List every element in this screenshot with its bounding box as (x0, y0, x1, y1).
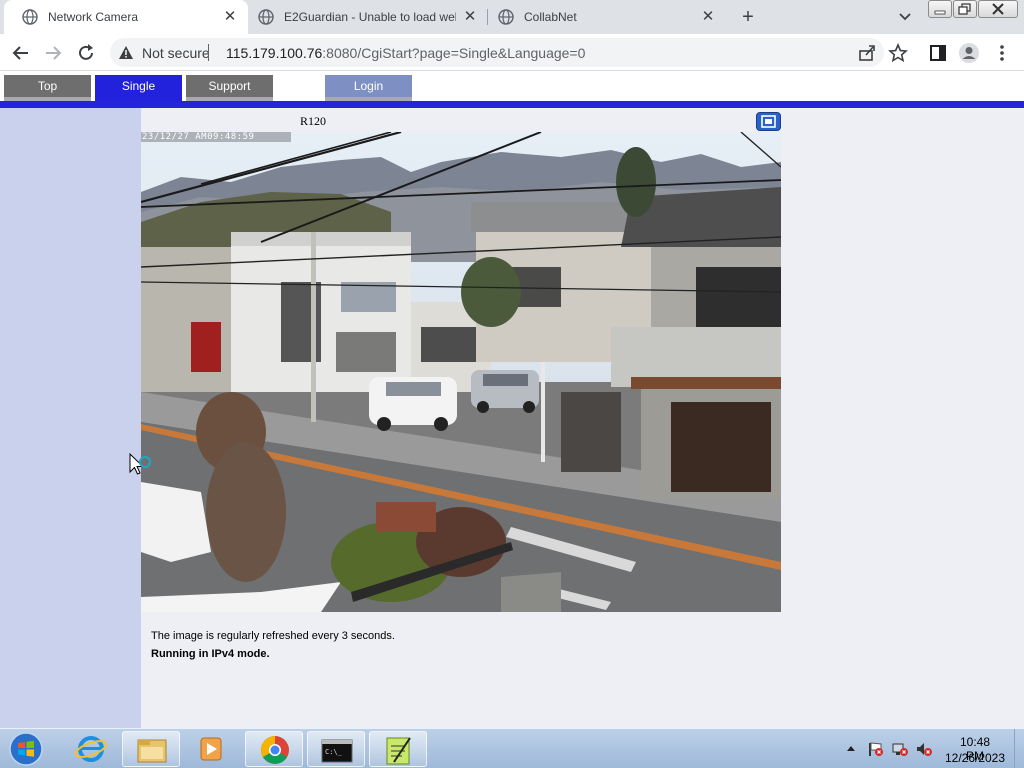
camera-timestamp: 23/12/27 AM09:48:59 (142, 132, 255, 142)
camera-nav: Top Single Support Login (0, 72, 1024, 101)
taskbar-internet-explorer[interactable] (62, 731, 120, 767)
windows-start-icon[interactable] (6, 731, 46, 767)
restore-icon (958, 3, 971, 15)
internet-explorer-icon (74, 736, 108, 762)
warning-icon[interactable] (118, 45, 134, 61)
security-label[interactable]: Not secure (142, 45, 210, 61)
globe-icon (22, 9, 38, 25)
globe-icon (258, 9, 274, 25)
network-icon[interactable] (891, 741, 909, 757)
back-arrow-icon[interactable] (10, 42, 32, 64)
browser-toolbar: Not secure 115.179.100.76:8080/CgiStart?… (0, 34, 1024, 71)
restore-button[interactable] (953, 0, 977, 18)
nav-top-button[interactable]: Top (4, 75, 91, 101)
volume-muted-icon[interactable] (915, 741, 933, 757)
fullscreen-icon (761, 115, 776, 128)
nav-single-button[interactable]: Single (95, 75, 182, 101)
show-hidden-icons-arrow-icon[interactable] (845, 743, 857, 755)
bookmark-star-icon[interactable] (887, 42, 909, 64)
forward-arrow-icon[interactable] (42, 42, 64, 64)
tab-title: CollabNet (524, 10, 577, 24)
refresh-note: The image is regularly refreshed every 3… (151, 630, 395, 642)
new-tab-button[interactable]: + (737, 6, 759, 28)
omnibox-separator (208, 44, 209, 61)
close-icon[interactable]: ✕ (700, 9, 716, 25)
ip-mode-note: Running in IPv4 mode. (151, 648, 270, 660)
chrome-icon (261, 736, 289, 764)
taskbar-media-player[interactable] (182, 731, 240, 767)
fullscreen-button[interactable] (756, 112, 781, 131)
tab-e2guardian[interactable]: E2Guardian - Unable to load web ✕ (240, 0, 488, 34)
svg-text:C:\_: C:\_ (325, 748, 343, 756)
url-path: :8080/CgiStart?page=Single&Language=0 (322, 45, 586, 61)
reload-icon[interactable] (75, 42, 97, 64)
tab-title: E2Guardian - Unable to load web (284, 10, 456, 24)
close-window-button[interactable] (978, 0, 1018, 18)
windows-taskbar: C:\_ 10:48 PM 12/26/2023 (0, 728, 1024, 768)
folder-icon (137, 739, 167, 763)
globe-icon (498, 9, 514, 25)
street-scene-image (141, 132, 781, 612)
url-host: 115.179.100.76 (226, 45, 323, 61)
taskbar-notepad[interactable] (369, 731, 427, 767)
camera-name: R120 (300, 114, 327, 128)
browser-tab-bar: Network Camera ✕ E2Guardian - Unable to … (0, 0, 1024, 34)
tab-title: Network Camera (48, 10, 139, 24)
taskbar-file-explorer[interactable] (122, 731, 180, 767)
tab-network-camera[interactable]: Network Camera ✕ (4, 0, 248, 34)
nav-login-button[interactable]: Login (325, 75, 412, 101)
menu-dots-icon[interactable] (991, 42, 1013, 64)
nav-support-button[interactable]: Support (186, 75, 273, 101)
camera-live-image[interactable]: 23/12/27 AM09:48:59 (141, 132, 781, 612)
camera-page: Top Single Support Login R120 23/12/27 A… (0, 72, 1024, 728)
nav-underline-bar (0, 101, 1024, 108)
share-icon[interactable] (856, 42, 878, 64)
profile-avatar-icon[interactable] (958, 42, 980, 64)
show-desktop-button[interactable] (1014, 729, 1024, 768)
minimize-button[interactable] (928, 0, 952, 18)
command-prompt-icon: C:\_ (321, 739, 353, 763)
taskbar-command-prompt[interactable]: C:\_ (307, 731, 365, 767)
chevron-down-icon[interactable] (896, 8, 914, 26)
close-icon[interactable]: ✕ (462, 9, 478, 25)
address-bar[interactable]: Not secure 115.179.100.76:8080/CgiStart?… (110, 38, 884, 67)
clock-date[interactable]: 12/26/2023 (940, 751, 1010, 765)
tab-collabnet[interactable]: CollabNet ✕ (480, 0, 726, 34)
mouse-cursor-icon (129, 452, 151, 475)
action-center-flag-icon[interactable] (867, 741, 885, 757)
media-player-icon (200, 737, 222, 761)
minimize-icon (934, 10, 946, 15)
side-panel-icon[interactable] (927, 42, 949, 64)
url-text[interactable]: 115.179.100.76:8080/CgiStart?page=Single… (226, 45, 585, 61)
close-icon[interactable]: ✕ (222, 9, 238, 25)
close-icon (992, 3, 1004, 15)
notepad-icon (386, 737, 411, 765)
taskbar-chrome[interactable] (245, 731, 303, 767)
